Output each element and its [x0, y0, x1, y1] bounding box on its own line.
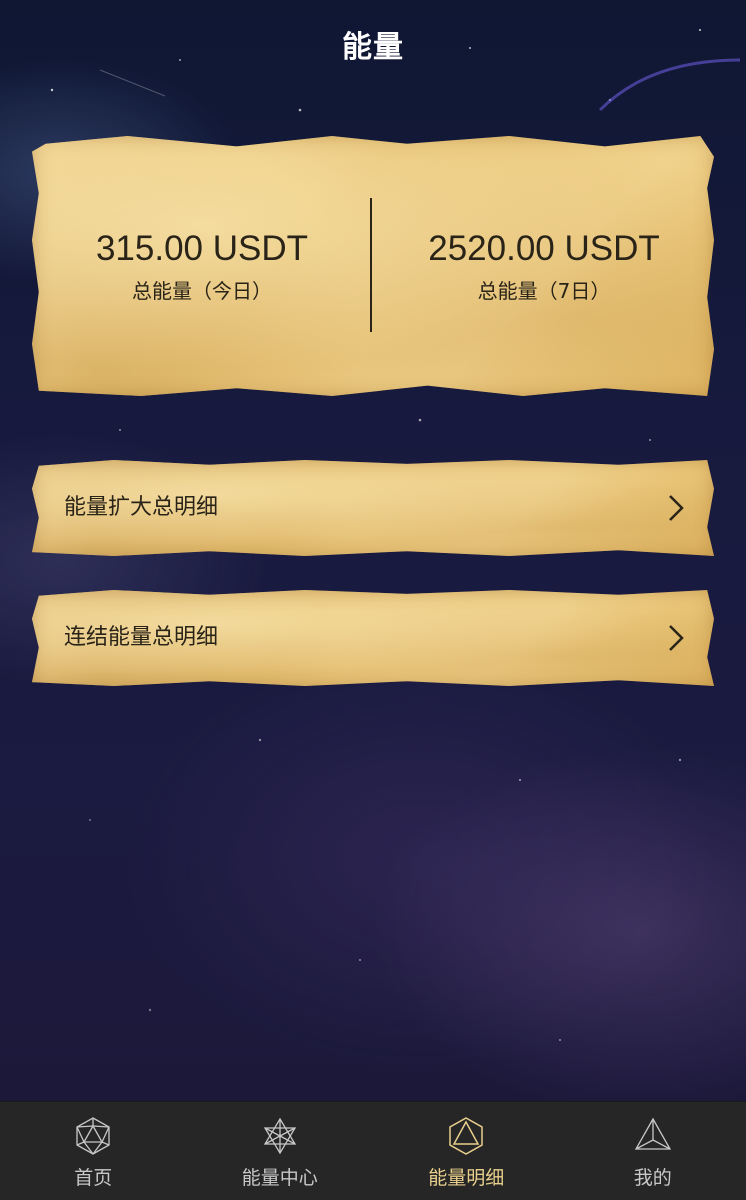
tab-energy-center[interactable]: 能量中心 [187, 1102, 374, 1200]
row-label: 连结能量总明细 [64, 625, 219, 650]
energy-expansion-detail-row[interactable]: 能量扩大总明细 [32, 460, 714, 556]
row-label: 能量扩大总明细 [64, 495, 219, 520]
tab-label: 首页 [74, 1167, 113, 1189]
tab-energy-details[interactable]: 能量明细 [373, 1102, 560, 1200]
merkaba-icon [263, 1117, 296, 1155]
octahedron-icon [449, 1117, 483, 1155]
tab-label: 能量明细 [428, 1167, 505, 1189]
summary-divider [370, 198, 372, 332]
week-energy-amount: 2520.00 USDT [428, 229, 660, 268]
icosahedron-icon [76, 1117, 110, 1155]
tab-label: 我的 [633, 1167, 672, 1189]
page-title: 能量 [342, 30, 404, 65]
tab-label: 能量中心 [241, 1167, 318, 1189]
connection-energy-detail-row[interactable]: 连结能量总明细 [32, 590, 714, 686]
tetrahedron-icon [634, 1117, 671, 1150]
chevron-right-icon [669, 625, 684, 651]
chevron-right-icon [669, 495, 684, 521]
week-energy-label: 总能量（7日） [477, 279, 611, 303]
tab-home[interactable]: 首页 [0, 1102, 187, 1200]
tab-mine[interactable]: 我的 [560, 1102, 746, 1200]
bottom-tab-bar: 首页 能量中心 能量明细 我的 [0, 1101, 746, 1200]
today-energy-amount: 315.00 USDT [95, 229, 309, 268]
today-energy-label: 总能量（今日） [132, 279, 272, 303]
week-energy: 2520.00 USDT 总能量（7日） [374, 228, 714, 304]
energy-summary-card: 315.00 USDT 总能量（今日） 2520.00 USDT 总能量（7日） [32, 136, 714, 396]
today-energy: 315.00 USDT 总能量（今日） [32, 228, 372, 304]
